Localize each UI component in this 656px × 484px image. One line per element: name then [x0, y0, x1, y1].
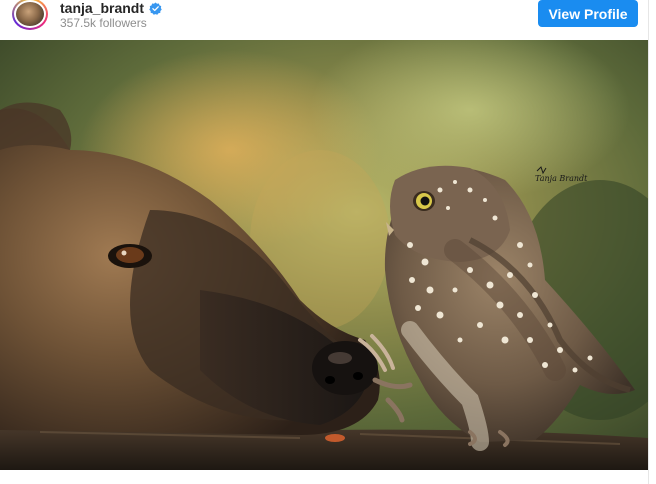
avatar[interactable] [12, 0, 48, 30]
dog-and-owl-photo: Tanja Brandt [0, 40, 648, 470]
instagram-embed: tanja_brandt 357.5k followers View Profi… [0, 0, 648, 484]
embed-header: tanja_brandt 357.5k followers View Profi… [0, 0, 648, 40]
signature-text: Tanja Brandt [535, 174, 588, 183]
avatar-image [14, 0, 46, 28]
verified-badge-icon [149, 2, 162, 15]
view-profile-button[interactable]: View Profile [538, 0, 638, 27]
post-bottom-edge [0, 470, 648, 484]
username[interactable]: tanja_brandt [60, 0, 144, 16]
post-photo[interactable]: Tanja Brandt [0, 40, 648, 470]
username-row: tanja_brandt [60, 0, 162, 17]
follower-count: 357.5k followers [60, 16, 147, 30]
scrollbar-gutter [648, 0, 656, 484]
